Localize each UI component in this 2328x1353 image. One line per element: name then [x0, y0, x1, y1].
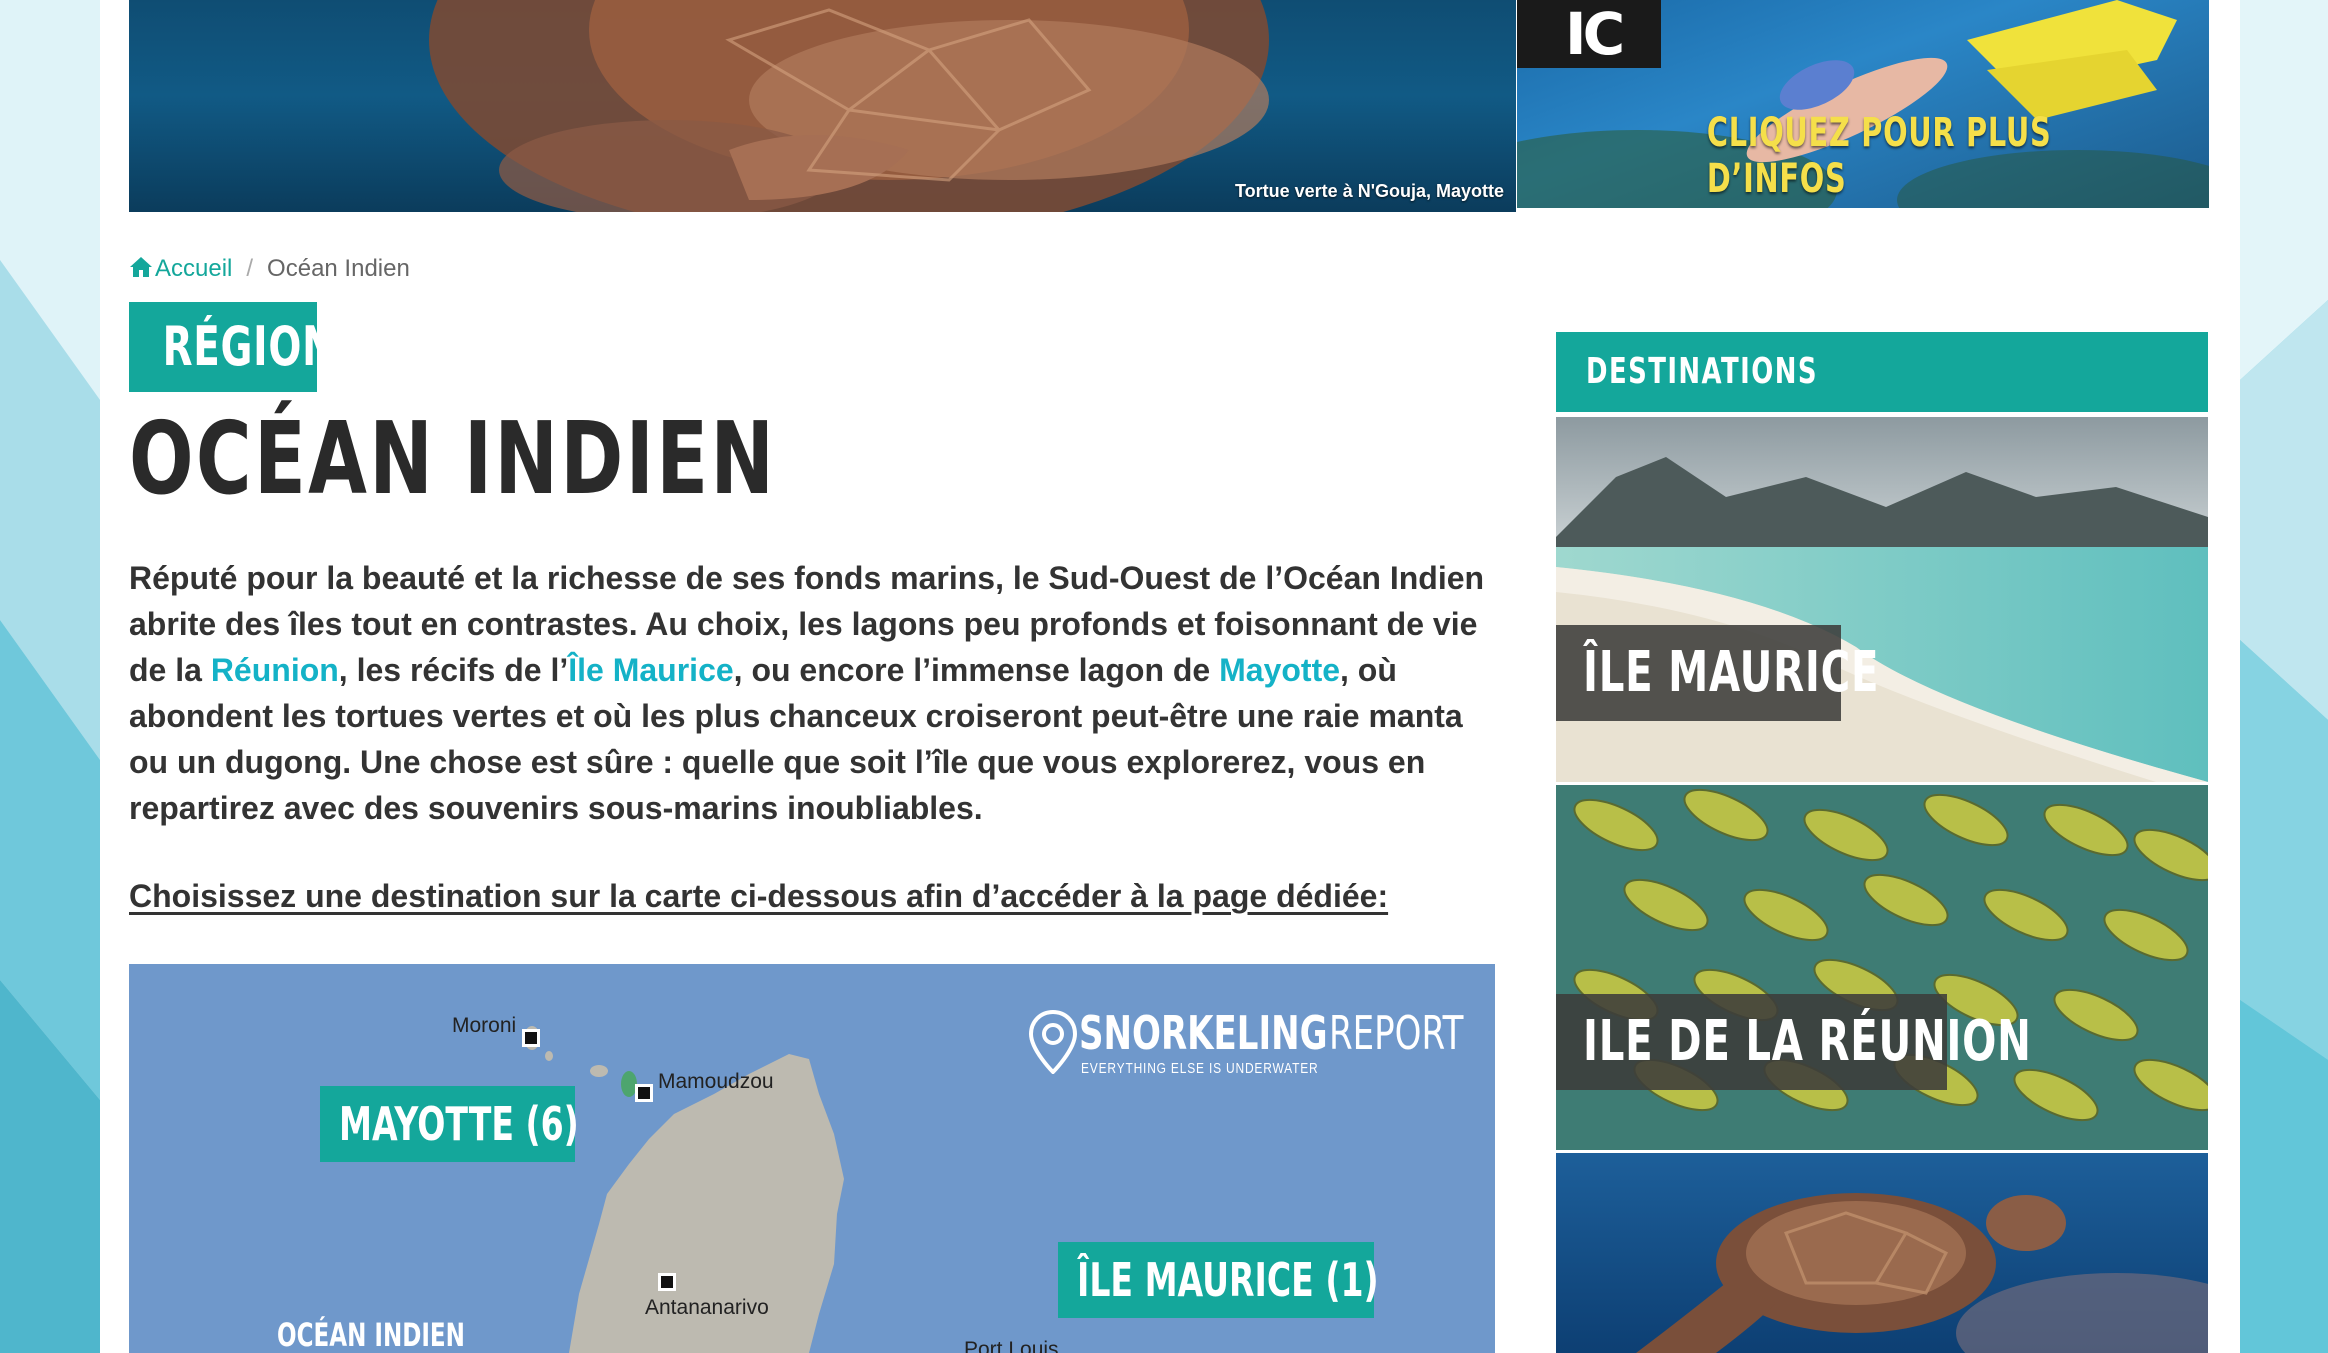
intro-paragraph: Réputé pour la beauté et la richesse de …	[129, 560, 1485, 826]
ad-cta-text[interactable]: CLIQUEZ POUR PLUS D’INFOS	[1707, 110, 2195, 202]
destinations-map[interactable]: SNORKELINGREPORT EVERYTHING ELSE IS UNDE…	[129, 964, 1495, 1353]
destination-card-reunion[interactable]: ILE DE LA RÉUNION	[1556, 785, 2208, 1150]
city-label-port-louis: Port Louis	[964, 1338, 1059, 1353]
hero-image: Tortue verte à N'Gouja, Mayotte	[129, 0, 1516, 212]
sidebar-title: DESTINATIONS	[1556, 332, 2208, 412]
map-label-ile-maurice[interactable]: ÎLE MAURICE (1)	[1058, 1242, 1379, 1318]
link-reunion[interactable]: Réunion	[211, 652, 339, 688]
link-mayotte[interactable]: Mayotte	[1219, 652, 1340, 688]
breadcrumb-current: Océan Indien	[267, 255, 410, 282]
city-label-antananarivo: Antananarivo	[645, 1296, 769, 1319]
map-brand: SNORKELINGREPORT EVERYTHING ELSE IS UNDE…	[1079, 1006, 1464, 1077]
page-container: Tortue verte à N'Gouja, Mayotte IC CLIQU…	[100, 0, 2240, 1353]
destination-label: ÎLE MAURICE	[1556, 625, 1878, 721]
city-marker-mamoudzou	[635, 1084, 653, 1102]
map-ocean-label: OCÉAN INDIEN	[277, 1316, 465, 1353]
city-label-moroni: Moroni	[452, 1014, 517, 1037]
city-marker-moroni	[522, 1029, 540, 1047]
breadcrumb-home-link[interactable]: Accueil	[129, 255, 232, 282]
page-title: OCÉAN INDIEN	[129, 400, 777, 517]
destination-card-ile-maurice[interactable]: ÎLE MAURICE	[1556, 417, 2208, 782]
region-badge: RÉGION	[129, 302, 335, 392]
breadcrumb-separator: /	[246, 255, 254, 282]
map-instruction: Choisissez une destination sur la carte …	[129, 878, 1389, 914]
destination-card-mayotte[interactable]	[1556, 1153, 2208, 1353]
home-icon	[130, 257, 152, 277]
ad-logo: IC	[1517, 0, 1661, 68]
hero-caption: Tortue verte à N'Gouja, Mayotte	[1235, 181, 1504, 201]
link-ile-maurice[interactable]: Île Maurice	[568, 652, 733, 688]
breadcrumb: Accueil / Océan Indien	[129, 255, 410, 283]
ad-banner[interactable]: IC CLIQUEZ POUR PLUS D’INFOS	[1517, 0, 2209, 208]
destination-label: ILE DE LA RÉUNION	[1556, 994, 2031, 1090]
map-label-mayotte[interactable]: MAYOTTE (6)	[320, 1086, 579, 1162]
city-marker-antananarivo	[658, 1273, 676, 1291]
map-pin-icon	[1029, 1010, 1077, 1074]
city-label-mamoudzou: Mamoudzou	[658, 1070, 774, 1093]
